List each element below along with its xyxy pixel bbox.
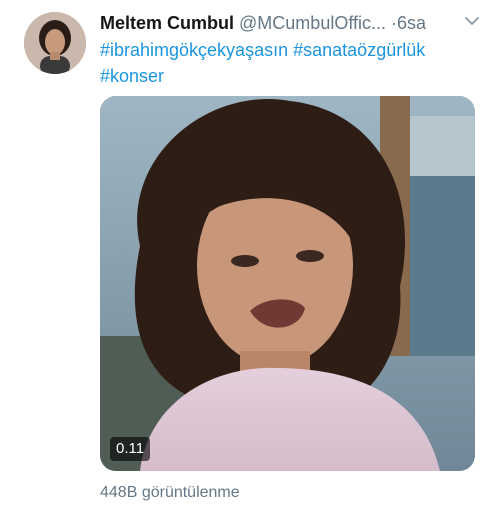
tweet-header: Meltem Cumbul @MCumbulOffic... ·6sa	[100, 10, 490, 36]
tweet-text: #ibrahimgökçekyaşasın #sanataözgürlük #k…	[100, 37, 485, 89]
tweet[interactable]: Meltem Cumbul @MCumbulOffic... ·6sa #ibr…	[0, 0, 500, 508]
view-count: 448B görüntülenme	[100, 484, 240, 501]
video-player[interactable]: 0.11	[100, 96, 475, 471]
avatar[interactable]	[24, 12, 86, 74]
hashtag-sanataozgurluk[interactable]: #sanataözgürlük	[293, 40, 425, 60]
hashtag-ibrahimgokcekyasasin[interactable]: #ibrahimgökçekyaşasın	[100, 40, 288, 60]
author-name[interactable]: Meltem Cumbul	[100, 13, 234, 33]
video-duration-badge: 0.11	[110, 437, 151, 461]
hashtag-konser[interactable]: #konser	[100, 66, 164, 86]
author-handle[interactable]: @MCumbulOffic...	[239, 13, 386, 33]
video-thumbnail	[100, 96, 475, 471]
tweet-time[interactable]: 6sa	[397, 13, 426, 33]
chevron-down-icon[interactable]	[465, 16, 479, 26]
avatar-image	[24, 12, 86, 74]
